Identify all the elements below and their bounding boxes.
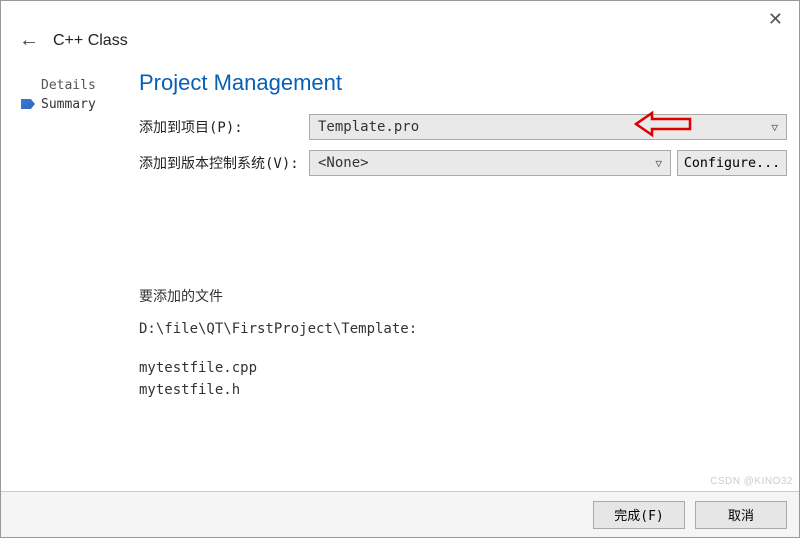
main-area: Details Summary Project Management 添加到项目… xyxy=(1,52,799,402)
chevron-down-icon: ▽ xyxy=(655,157,662,170)
finish-button[interactable]: 完成(F) xyxy=(593,501,685,529)
chevron-down-icon: ▽ xyxy=(771,121,778,134)
sidebar-item-details[interactable]: Details xyxy=(19,76,131,95)
wizard-steps: Details Summary xyxy=(19,70,131,402)
configure-button[interactable]: Configure... xyxy=(677,150,787,176)
vcs-select-value: <None> xyxy=(318,155,369,171)
watermark: CSDN @KINO32 xyxy=(710,476,793,487)
cancel-button[interactable]: 取消 xyxy=(695,501,787,529)
vcs-select[interactable]: <None> ▽ xyxy=(309,150,671,176)
wizard-dialog: ✕ ← C++ Class Details Summary Project Ma… xyxy=(0,0,800,538)
close-icon[interactable]: ✕ xyxy=(768,9,783,30)
files-heading: 要添加的文件 xyxy=(139,286,787,308)
files-section: 要添加的文件 D:\file\QT\FirstProject\Template:… xyxy=(139,286,787,402)
content-area: Project Management 添加到项目(P): Template.pr… xyxy=(131,70,787,402)
annotation-arrow-icon xyxy=(632,109,692,139)
files-path: D:\file\QT\FirstProject\Template: xyxy=(139,318,787,340)
wizard-title: C++ Class xyxy=(53,32,128,50)
project-select-value: Template.pro xyxy=(318,119,419,135)
file-item: mytestfile.cpp xyxy=(139,357,787,379)
sidebar-item-summary[interactable]: Summary xyxy=(19,95,131,114)
dialog-footer: 完成(F) 取消 xyxy=(1,491,799,537)
sidebar-item-label: Summary xyxy=(41,97,96,112)
file-item: mytestfile.h xyxy=(139,379,787,401)
page-title: Project Management xyxy=(139,70,787,96)
add-to-vcs-row: 添加到版本控制系统(V): <None> ▽ Configure... xyxy=(139,150,787,176)
project-select[interactable]: Template.pro ▽ xyxy=(309,114,787,140)
add-to-vcs-label: 添加到版本控制系统(V): xyxy=(139,153,309,173)
header-row: ← C++ Class xyxy=(1,1,799,52)
sidebar-item-label: Details xyxy=(41,78,96,93)
add-to-project-row: 添加到项目(P): Template.pro ▽ xyxy=(139,114,787,140)
add-to-project-label: 添加到项目(P): xyxy=(139,117,309,137)
back-arrow-icon[interactable]: ← xyxy=(19,29,39,52)
